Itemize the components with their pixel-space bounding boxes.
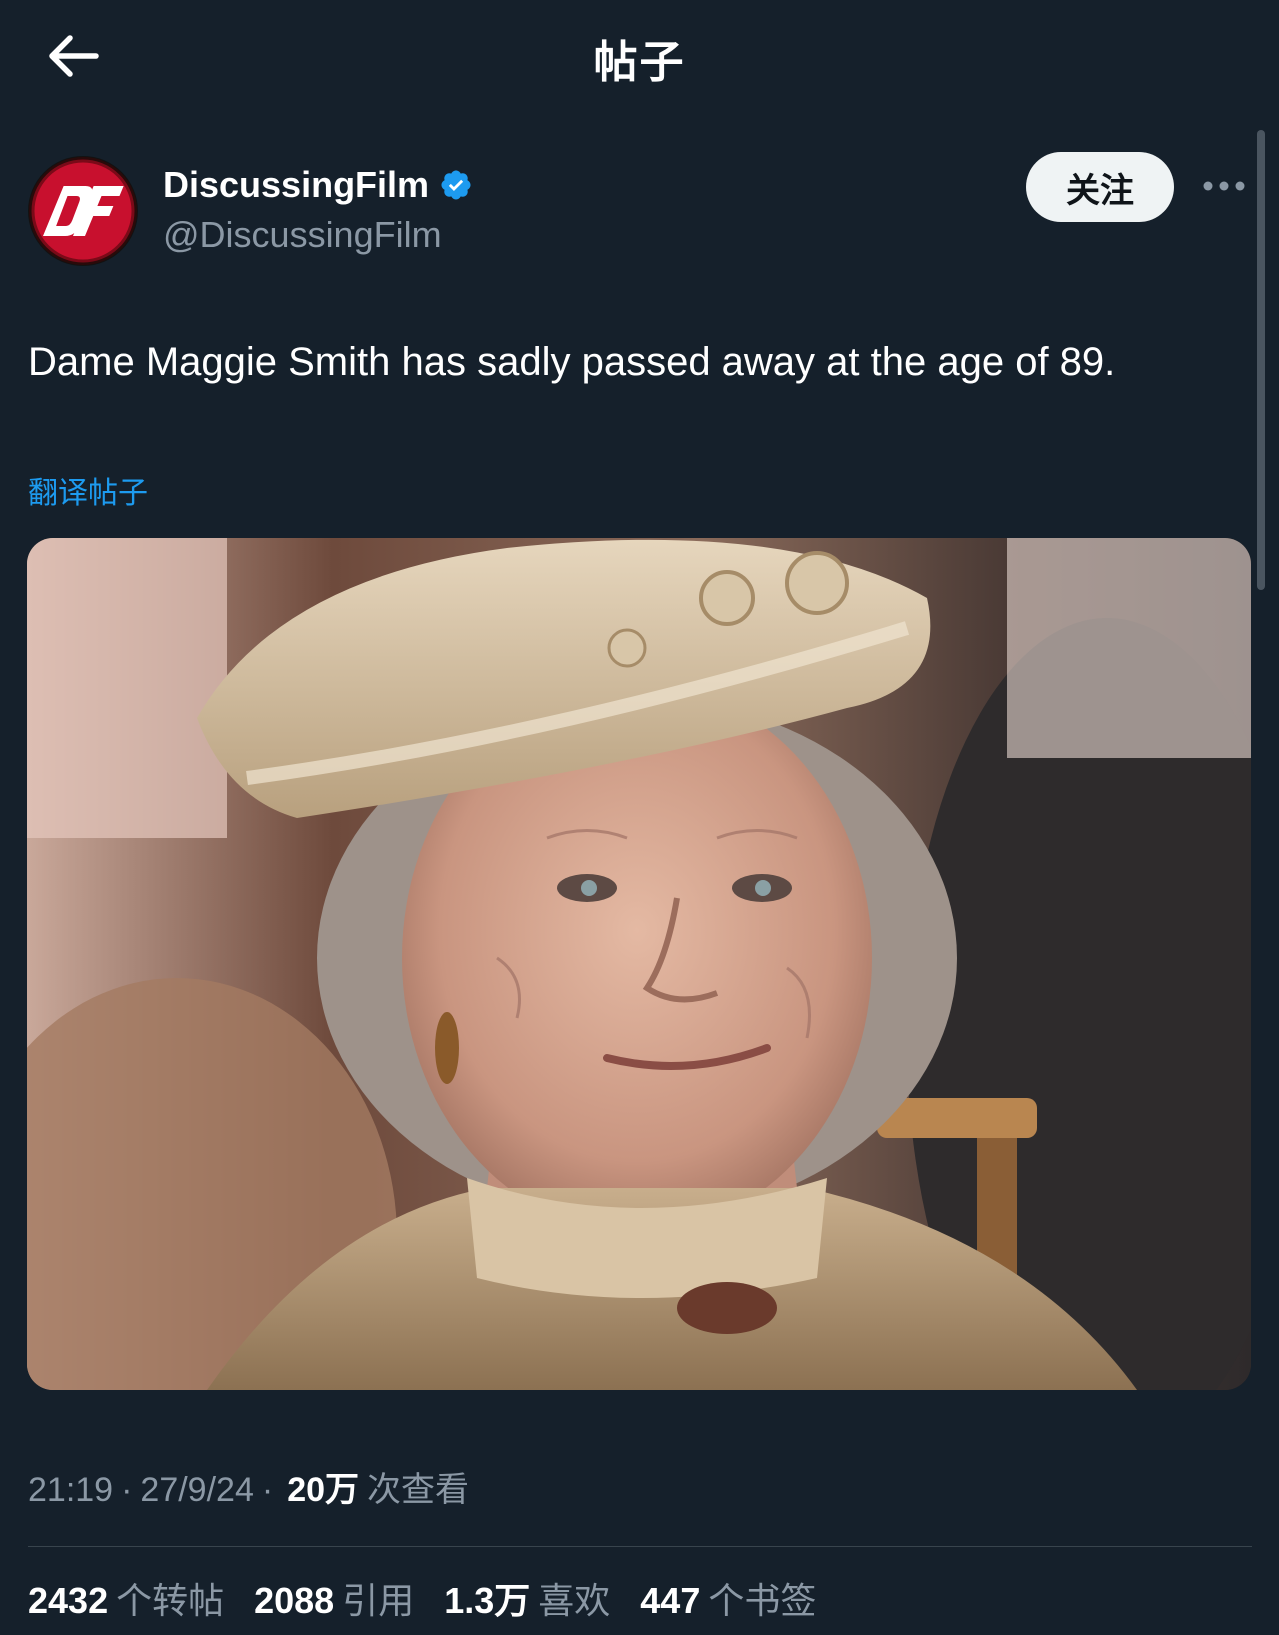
post-meta: 21:19 · 27/9/24 · 20万 次查看 bbox=[28, 1462, 469, 1511]
bookmarks-count: 447 bbox=[640, 1580, 701, 1621]
likes-stat[interactable]: 1.3万 喜欢 bbox=[444, 1572, 610, 1624]
post-time[interactable]: 21:19 bbox=[28, 1471, 113, 1510]
translate-post-link[interactable]: 翻译帖子 bbox=[28, 468, 148, 512]
views-count: 20万 bbox=[287, 1471, 360, 1509]
bookmarks-stat[interactable]: 447 个书签 bbox=[640, 1572, 816, 1624]
photo-of-woman-in-lace-hat bbox=[27, 538, 1251, 1390]
post-text: Dame Maggie Smith has sadly passed away … bbox=[28, 340, 1116, 384]
more-options-button[interactable] bbox=[1198, 168, 1250, 204]
bookmarks-label: 个书签 bbox=[708, 1581, 817, 1622]
post-date[interactable]: 27/9/24 bbox=[140, 1471, 253, 1510]
reposts-stat[interactable]: 2432 个转帖 bbox=[28, 1572, 224, 1624]
quotes-stat[interactable]: 2088 引用 bbox=[254, 1572, 414, 1624]
meta-separator: · bbox=[261, 1471, 274, 1509]
verified-badge-icon bbox=[441, 170, 471, 200]
scrollbar[interactable] bbox=[1257, 130, 1265, 590]
discussingfilm-logo-icon bbox=[29, 157, 137, 265]
divider bbox=[28, 1546, 1252, 1547]
likes-count: 1.3万 bbox=[444, 1580, 531, 1621]
author-display-name[interactable]: DiscussingFilm bbox=[163, 164, 473, 206]
quotes-count: 2088 bbox=[254, 1580, 335, 1621]
top-bar: 帖子 bbox=[0, 0, 1279, 110]
author-name-text: DiscussingFilm bbox=[163, 164, 430, 205]
reposts-label: 个转帖 bbox=[116, 1581, 225, 1622]
page-title: 帖子 bbox=[593, 37, 686, 88]
views-label: 次查看 bbox=[367, 1470, 470, 1510]
engagement-stats: 2432 个转帖 2088 引用 1.3万 喜欢 447 个书签 bbox=[28, 1572, 846, 1624]
quotes-label: 引用 bbox=[342, 1581, 415, 1622]
more-horizontal-icon bbox=[1203, 181, 1245, 191]
author-handle[interactable]: @DiscussingFilm bbox=[163, 214, 442, 256]
avatar[interactable] bbox=[28, 156, 138, 266]
follow-button[interactable]: 关注 bbox=[1026, 152, 1174, 222]
likes-label: 喜欢 bbox=[538, 1581, 611, 1622]
post-image[interactable] bbox=[27, 538, 1251, 1390]
meta-separator: · bbox=[121, 1471, 133, 1509]
reposts-count: 2432 bbox=[28, 1580, 109, 1621]
